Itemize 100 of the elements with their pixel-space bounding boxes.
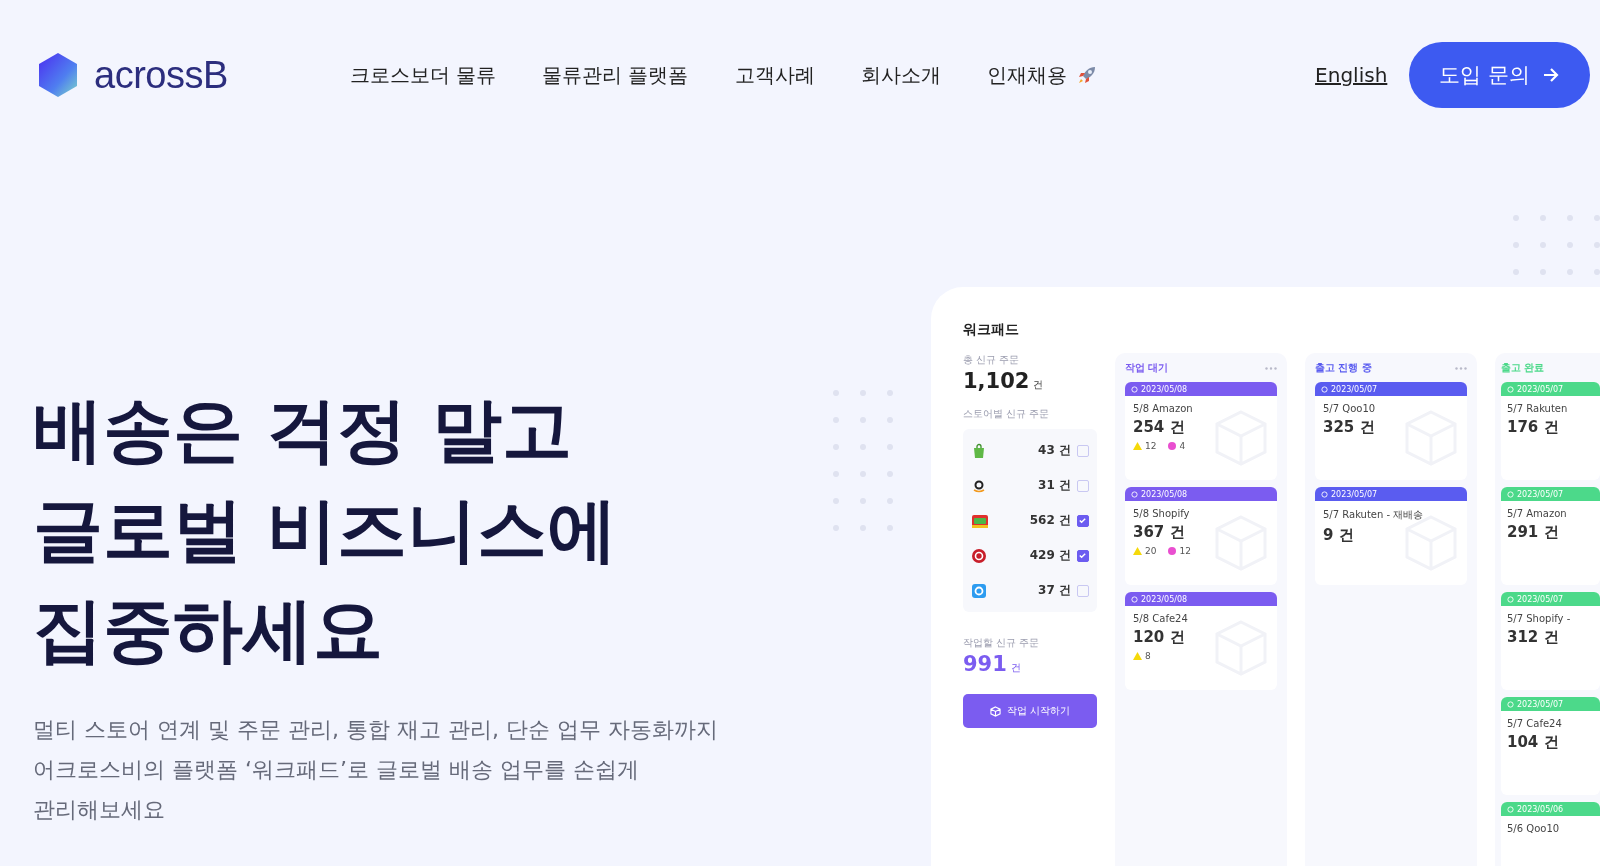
checkbox[interactable]: [1077, 514, 1089, 527]
clock-icon: [1321, 385, 1328, 393]
shopping-bag-icon: [971, 442, 987, 459]
card-name: 5/7 Rakuten - 재배송: [1323, 508, 1425, 522]
box-icon: [989, 705, 1001, 717]
hero-title-line: 배송은 걱정 말고: [33, 388, 573, 473]
clock-icon: [1507, 490, 1514, 498]
dashboard-title: 워크패드: [963, 321, 1020, 339]
arrow-right-icon: [1542, 67, 1560, 83]
alert-dot-icon: [1168, 442, 1177, 450]
card-date: 2023/05/08: [1141, 594, 1188, 604]
hero-title-line: 집중하세요: [33, 588, 384, 673]
card-date: 2023/05/06: [1517, 804, 1564, 814]
hexagon-logo-icon: [36, 51, 80, 99]
card-name: 5/8 Amazon: [1133, 403, 1194, 414]
alert-dot-icon: [1168, 547, 1177, 555]
order-card[interactable]: 2023/05/07 5/7 Rakuten - 재배송 9 건: [1315, 487, 1467, 585]
total-orders-label: 총 신규 주문: [963, 353, 1021, 367]
hero-title-line: 글로벌 비즈니스에: [33, 488, 619, 573]
column-title: 출고 완료: [1501, 361, 1545, 375]
hero-subtitle-line: 관리해보세요: [33, 796, 166, 824]
logo-text[interactable]: acrossB: [94, 53, 228, 97]
card-date: 2023/05/07: [1517, 699, 1564, 709]
order-card[interactable]: 2023/05/07 5/7 Qoo10 325 건: [1315, 382, 1467, 480]
order-count: 176 건: [1507, 418, 1560, 437]
order-count: 312 건: [1507, 628, 1560, 647]
hero-subtitle-line: 어크로스비의 플랫폼 ‘워크패드’로 글로벌 배송 업무를 손쉽게: [33, 756, 640, 784]
column-title: 작업 대기: [1125, 361, 1169, 375]
more-icon[interactable]: [1455, 366, 1467, 370]
clock-icon: [1507, 385, 1514, 393]
card-date: 2023/05/07: [1517, 384, 1564, 394]
warning-icon: [1133, 547, 1142, 555]
order-card[interactable]: 2023/05/08 5/8 Cafe24 120 건 8: [1125, 592, 1277, 690]
checkbox[interactable]: [1077, 584, 1089, 597]
checkbox[interactable]: [1077, 444, 1089, 457]
order-count: 120 건: [1133, 628, 1186, 647]
checkbox[interactable]: [1077, 479, 1089, 492]
count-unit: 건: [1033, 378, 1044, 392]
card-date: 2023/05/07: [1331, 489, 1378, 499]
store-order-count: 43 건: [1038, 442, 1071, 459]
store-order-count: 31 건: [1038, 477, 1071, 494]
card-name: 5/8 Cafe24: [1133, 613, 1189, 624]
card-name: 5/7 Shopify -: [1507, 613, 1572, 624]
order-card[interactable]: 2023/05/07 5/7 Cafe24 104 건: [1501, 697, 1600, 795]
order-card[interactable]: 2023/05/06 5/6 Qoo10: [1501, 802, 1600, 866]
shop-icon: [971, 512, 989, 529]
more-icon[interactable]: [1265, 366, 1277, 370]
checkbox[interactable]: [1077, 549, 1089, 562]
warning-icon: [1133, 442, 1142, 450]
clock-icon: [1507, 805, 1514, 813]
card-name: 5/7 Amazon: [1507, 508, 1568, 519]
nav-link[interactable]: 인재채용: [986, 61, 1099, 89]
warning-count: 12: [1145, 441, 1157, 451]
nav-link[interactable]: 고객사례: [734, 61, 815, 89]
store-order-count: 37 건: [1038, 582, 1071, 599]
app-logo-icon: [971, 582, 987, 599]
order-card[interactable]: 2023/05/07 5/7 Rakuten 176 건: [1501, 382, 1600, 480]
todo-orders-label: 작업할 신규 주문: [963, 636, 1041, 650]
store-orders-label: 스토어별 신규 주문: [963, 407, 1051, 421]
card-date: 2023/05/07: [1517, 594, 1564, 604]
order-card[interactable]: 2023/05/08 5/8 Shopify 367 건 20 12: [1125, 487, 1277, 585]
clock-icon: [1507, 700, 1514, 708]
alert-count: 12: [1179, 546, 1191, 556]
language-link[interactable]: English: [1315, 63, 1388, 87]
inquiry-button[interactable]: 도입 문의: [1409, 42, 1590, 108]
order-count: 291 건: [1507, 523, 1560, 542]
clock-icon: [1131, 595, 1138, 603]
clock-icon: [1131, 490, 1138, 498]
start-work-button[interactable]: 작업 시작하기: [963, 694, 1097, 728]
column-title: 출고 진행 중: [1315, 361, 1372, 375]
alert-count: 4: [1179, 441, 1186, 451]
store-order-count: 562 건: [1029, 512, 1071, 529]
nav-link[interactable]: 크로스보더 물류: [349, 61, 497, 89]
order-count: 9 건: [1323, 526, 1355, 545]
todo-orders-count: 991: [963, 652, 1007, 676]
card-name: 5/7 Rakuten: [1507, 403, 1569, 414]
order-count: 367 건: [1133, 523, 1186, 542]
nav-link[interactable]: 회사소개: [860, 61, 941, 89]
hero-subtitle-line: 멀티 스토어 연계 및 주문 관리, 통합 재고 관리, 단순 업무 자동화까지: [33, 716, 719, 744]
clock-icon: [1131, 385, 1138, 393]
card-name: 5/6 Qoo10: [1507, 823, 1561, 834]
order-card[interactable]: 2023/05/08 5/8 Amazon 254 건 12 4: [1125, 382, 1277, 480]
order-count: 254 건: [1133, 418, 1186, 437]
card-name: 5/8 Shopify: [1133, 508, 1191, 519]
nav-link[interactable]: 물류관리 플랫폼: [542, 61, 689, 89]
ring-logo-icon: [971, 547, 987, 564]
order-count: 325 건: [1323, 418, 1376, 437]
card-date: 2023/05/08: [1141, 489, 1188, 499]
card-date: 2023/05/08: [1141, 384, 1188, 394]
total-orders-count: 1,102: [963, 369, 1030, 393]
card-name: 5/7 Cafe24: [1507, 718, 1563, 729]
order-count: 104 건: [1507, 733, 1560, 752]
order-card[interactable]: 2023/05/07 5/7 Amazon 291 건: [1501, 487, 1600, 585]
card-date: 2023/05/07: [1517, 489, 1564, 499]
warning-count: 8: [1145, 651, 1151, 661]
order-card[interactable]: 2023/05/07 5/7 Shopify - 312 건: [1501, 592, 1600, 690]
store-order-count: 429 건: [1029, 547, 1071, 564]
card-name: 5/7 Qoo10: [1323, 403, 1377, 414]
warning-icon: [1133, 652, 1142, 660]
count-unit: 건: [1010, 661, 1021, 675]
